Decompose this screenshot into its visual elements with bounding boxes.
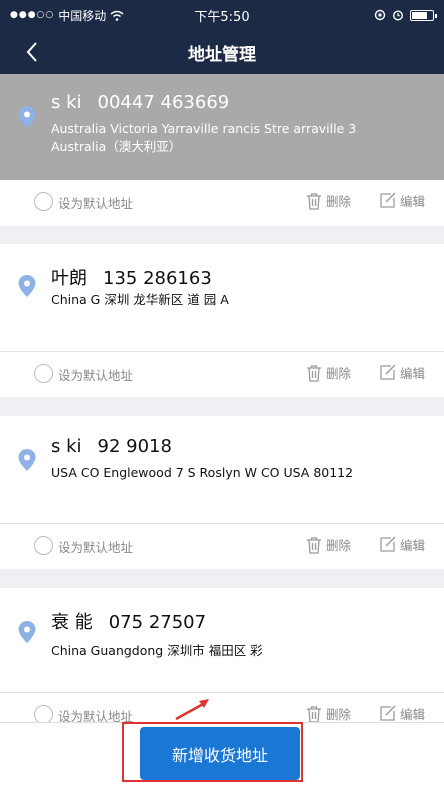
set-default-label[interactable]: 设为默认地址 [58, 193, 133, 212]
status-bar: ●●●○○ 中国移动 下午5:50 [0, 0, 444, 30]
edit-label: 编辑 [400, 194, 426, 209]
address-name: s ki [51, 92, 82, 113]
address-contact-line: 衰 能 075 27507 [51, 608, 206, 634]
address-phone: 00447 463669 [97, 92, 230, 113]
address-phone: 075 27507 [108, 612, 207, 633]
delete-label: 删除 [326, 366, 352, 381]
location-pin-icon [18, 275, 36, 297]
set-default-label[interactable]: 设为默认地址 [58, 365, 133, 384]
location-pin-icon [18, 106, 36, 128]
edit-button[interactable]: 编辑 [379, 363, 425, 382]
edit-button[interactable]: 编辑 [379, 535, 425, 554]
chevron-left-icon [26, 42, 37, 62]
address-contact-line: s ki 00447 463669 [51, 92, 229, 113]
delete-button[interactable]: 删除 [306, 363, 351, 382]
set-default-label[interactable]: 设为默认地址 [58, 537, 133, 556]
address-text: USA CO Englewood 7 S Roslyn W CO USA 801… [51, 465, 354, 480]
address-card[interactable]: s ki 92 9018 USA CO Englewood 7 S Roslyn … [0, 416, 444, 569]
address-text: Australia Victoria Yarraville rancis Str… [51, 121, 357, 154]
delete-button[interactable]: 删除 [306, 535, 351, 554]
edit-icon [380, 192, 396, 208]
edit-label: 编辑 [400, 707, 426, 722]
address-phone: 92 9018 [97, 436, 172, 457]
address-card[interactable]: 衰 能 075 27507 China Guangdong 深圳市 福田区 彩 设… [0, 588, 444, 728]
edit-label: 编辑 [400, 366, 426, 381]
trash-icon [307, 192, 321, 210]
address-text: China G 深圳 龙华新区 道 园 A [51, 292, 229, 307]
annotation-arrow [175, 699, 209, 720]
address-actions: 设为默认地址 删除 编辑 [0, 352, 444, 396]
delete-label: 删除 [326, 538, 352, 553]
edit-icon [380, 536, 396, 552]
location-pin-icon [18, 621, 36, 643]
address-phone: 135 286163 [103, 268, 212, 289]
trash-icon [307, 536, 321, 554]
delete-button[interactable]: 删除 [306, 191, 351, 210]
back-button[interactable] [18, 38, 46, 66]
carrier-label: 中国移动 [58, 8, 107, 23]
default-radio[interactable] [34, 536, 53, 555]
page-title: 地址管理 [188, 44, 256, 65]
add-address-button[interactable]: 新增收货地址 [140, 727, 300, 780]
edit-icon [380, 705, 396, 721]
address-card[interactable]: s ki 00447 463669 Australia Victoria Yarr… [0, 74, 444, 226]
address-contact-line: 叶朗 135 286163 [51, 264, 212, 290]
address-actions: 设为默认地址 删除 编辑 [0, 180, 444, 224]
edit-button[interactable]: 编辑 [379, 191, 425, 210]
address-actions: 设为默认地址 删除 编辑 [0, 524, 444, 568]
edit-button[interactable]: 编辑 [379, 704, 425, 723]
address-contact-line: s ki 92 9018 [51, 436, 172, 457]
address-name: 衰 能 [51, 612, 93, 633]
wifi-icon [110, 10, 124, 21]
signal-icon: ●●●○○ [10, 10, 55, 20]
alarm-icon [392, 10, 404, 21]
edit-icon [380, 364, 396, 380]
delete-button[interactable]: 删除 [306, 704, 351, 723]
default-radio[interactable] [34, 192, 53, 211]
address-name: s ki [51, 436, 82, 457]
location-pin-icon [18, 449, 36, 471]
address-name: 叶朗 [51, 268, 87, 289]
delete-label: 删除 [326, 707, 352, 722]
trash-icon [307, 364, 321, 382]
address-card[interactable]: 叶朗 135 286163 China G 深圳 龙华新区 道 园 A 设为默认地… [0, 244, 444, 397]
bottom-bar: 新增收货地址 [0, 722, 444, 785]
delete-label: 删除 [326, 194, 352, 209]
battery-icon [410, 9, 437, 21]
default-radio[interactable] [34, 364, 53, 383]
rotation-lock-icon [374, 9, 386, 21]
address-text: China Guangdong 深圳市 福田区 彩 [51, 643, 263, 658]
trash-icon [307, 705, 321, 723]
edit-label: 编辑 [400, 538, 426, 553]
nav-bar: 地址管理 [0, 30, 444, 74]
